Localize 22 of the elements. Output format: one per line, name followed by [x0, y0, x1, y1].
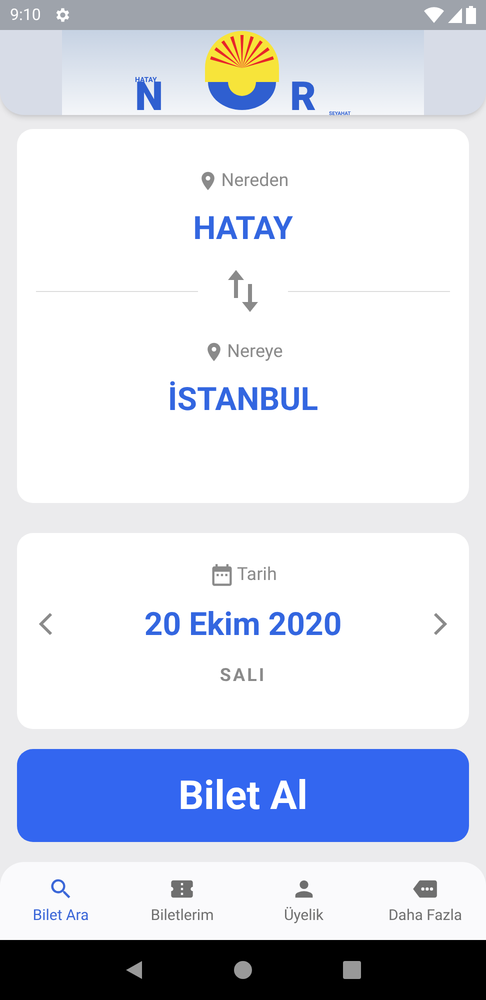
home-icon[interactable]	[232, 960, 253, 980]
previous-chevron-icon[interactable]	[37, 611, 55, 637]
tab[interactable]: Daha Fazla	[364, 876, 486, 926]
back-icon[interactable]	[124, 960, 144, 980]
tab[interactable]: Üyelik	[243, 876, 364, 926]
to-city[interactable]: İSTANBUL	[168, 375, 318, 423]
date-label: Tarih	[237, 563, 277, 587]
to-label: Nereye	[227, 340, 283, 364]
from-label: Nereden	[221, 169, 289, 193]
signal-icon	[448, 7, 462, 23]
status-time: 9:10	[10, 4, 41, 26]
wifi-icon	[424, 7, 444, 23]
next-chevron-icon[interactable]	[431, 611, 449, 637]
swap-icon[interactable]	[228, 270, 258, 312]
buy-ticket-button[interactable]: Bilet Al	[17, 749, 469, 842]
battery-icon	[466, 6, 476, 24]
tab[interactable]: Biletlerim	[122, 876, 243, 926]
tab[interactable]: Bilet Ara	[0, 876, 122, 926]
weekday: SALI	[220, 664, 266, 688]
from-city[interactable]: HATAY	[193, 204, 293, 252]
date-value: 20 Ekim 2020	[144, 604, 342, 645]
recents-icon[interactable]	[342, 960, 362, 980]
